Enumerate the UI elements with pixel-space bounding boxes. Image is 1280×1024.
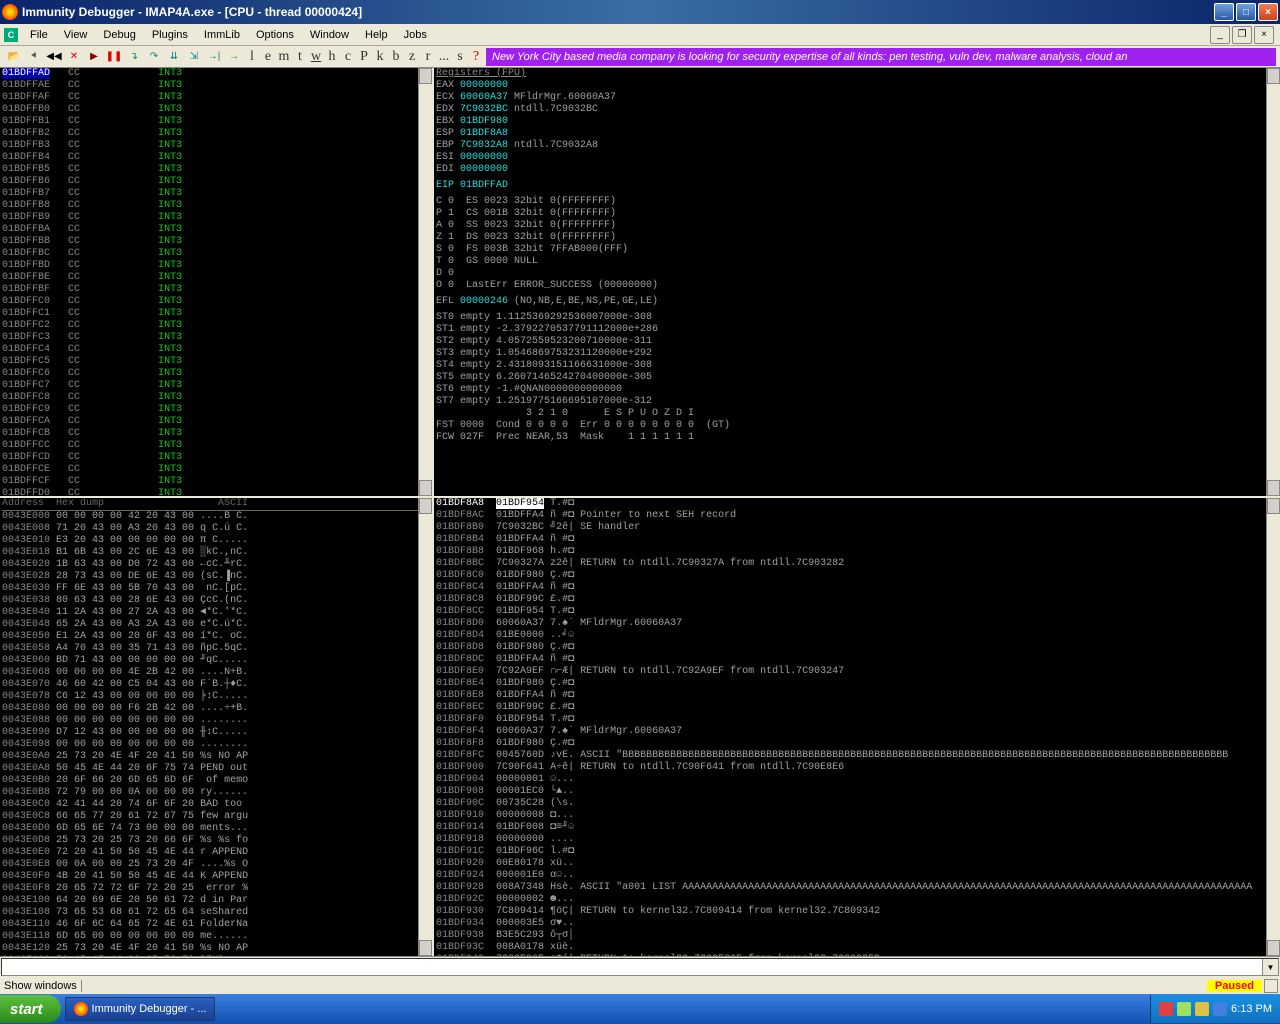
save-icon[interactable]: ⯇ [25, 49, 43, 65]
menu-plugins[interactable]: Plugins [144, 27, 196, 43]
status-text: Show windows [0, 980, 82, 992]
toolbar-letter-e[interactable]: e [260, 49, 276, 65]
clock[interactable]: 6:13 PM [1231, 1003, 1272, 1015]
menu-jobs[interactable]: Jobs [396, 27, 435, 43]
titlebar-text: Immunity Debugger - IMAP4A.exe - [CPU - … [22, 5, 1214, 19]
toolbar-letter-k[interactable]: k [372, 49, 388, 65]
toolbar-letter-?[interactable]: ? [468, 49, 484, 65]
close-button[interactable]: × [1258, 3, 1278, 21]
toolbar-letter-t[interactable]: t [292, 49, 308, 65]
play-icon[interactable]: ▶ [85, 49, 103, 65]
dropdown-icon[interactable]: ▼ [1262, 959, 1278, 975]
trace-into-icon[interactable]: ⇊ [165, 49, 183, 65]
status-area: ▼ Show windows Paused [0, 956, 1280, 994]
menu-help[interactable]: Help [357, 27, 396, 43]
main-window: Immunity Debugger - IMAP4A.exe - [CPU - … [0, 0, 1280, 994]
menu-view[interactable]: View [56, 27, 96, 43]
scrollbar[interactable] [418, 498, 432, 956]
menu-window[interactable]: Window [302, 27, 357, 43]
memory-dump-pane[interactable]: Address Hex dump ASCII0043E000 00 00 00 … [0, 498, 434, 956]
system-tray[interactable]: 6:13 PM [1150, 995, 1280, 1023]
open-icon[interactable]: 📂 [5, 49, 23, 65]
menu-debug[interactable]: Debug [95, 27, 143, 43]
toolbar-letter-m[interactable]: m [276, 49, 292, 65]
toolbar-letter-s[interactable]: s [452, 49, 468, 65]
tray-icon[interactable] [1159, 1002, 1173, 1016]
child-close-button[interactable]: × [1254, 26, 1274, 44]
child-minimize-button[interactable]: _ [1210, 26, 1230, 44]
titlebar[interactable]: Immunity Debugger - IMAP4A.exe - [CPU - … [0, 0, 1280, 24]
stack-pane[interactable]: 01BDF8A8 01BDF954 T.#◘ 01BDF8AC 01BDFFA4… [434, 498, 1280, 956]
toolbar-letter-b[interactable]: b [388, 49, 404, 65]
goto-icon[interactable]: → [225, 49, 243, 65]
step-over-icon[interactable]: ↷ [145, 49, 163, 65]
app-icon [74, 1002, 88, 1016]
scrollbar[interactable] [418, 68, 432, 496]
c-icon[interactable]: C [4, 28, 18, 42]
step-into-icon[interactable]: ↴ [125, 49, 143, 65]
tray-icon[interactable] [1213, 1002, 1227, 1016]
minimize-button[interactable]: _ [1214, 3, 1234, 21]
scrollbar[interactable] [1266, 68, 1280, 496]
command-input[interactable]: ▼ [1, 958, 1279, 976]
disassembly-pane[interactable]: 01BDFFAD CC INT301BDFFAE CC INT301BDFFAF… [0, 68, 434, 496]
taskbar: start Immunity Debugger - ... 6:13 PM [0, 994, 1280, 1024]
toolbar-letter-r[interactable]: r [420, 49, 436, 65]
tray-icon[interactable] [1195, 1002, 1209, 1016]
toolbar: 📂 ⯇ ◀◀ ✕ ▶ ❚❚ ↴ ↷ ⇊ ⇲ →| → lemtwhcPkbzr.… [0, 46, 1280, 68]
taskbar-item[interactable]: Immunity Debugger - ... [65, 997, 216, 1021]
toolbar-letter-h[interactable]: h [324, 49, 340, 65]
workarea: 01BDFFAD CC INT301BDFFAE CC INT301BDFFAF… [0, 68, 1280, 956]
menu-options[interactable]: Options [248, 27, 302, 43]
toolbar-letter-c[interactable]: c [340, 49, 356, 65]
app-icon [2, 4, 18, 20]
scrollbar[interactable] [1266, 498, 1280, 956]
toolbar-letter-w[interactable]: w [308, 49, 324, 65]
toolbar-letter-z[interactable]: z [404, 49, 420, 65]
menubar: C File View Debug Plugins ImmLib Options… [0, 24, 1280, 46]
menu-immlib[interactable]: ImmLib [196, 27, 248, 43]
maximize-button[interactable]: □ [1236, 3, 1256, 21]
tray-icon[interactable] [1177, 1002, 1191, 1016]
toolbar-letter-l[interactable]: l [244, 49, 260, 65]
pause-icon[interactable]: ❚❚ [105, 49, 123, 65]
rewind-icon[interactable]: ◀◀ [45, 49, 63, 65]
resize-grip[interactable] [1264, 979, 1278, 993]
toolbar-letter-P[interactable]: P [356, 49, 372, 65]
status-paused: Paused [1207, 980, 1262, 992]
toolbar-letter-...[interactable]: ... [436, 49, 452, 65]
registers-pane[interactable]: Registers (FPU)EAX 00000000ECX 60060A37 … [434, 68, 1280, 496]
child-restore-button[interactable]: ❐ [1232, 26, 1252, 44]
start-button[interactable]: start [0, 995, 61, 1023]
close-x-icon[interactable]: ✕ [65, 49, 83, 65]
execute-till-icon[interactable]: →| [205, 49, 223, 65]
trace-over-icon[interactable]: ⇲ [185, 49, 203, 65]
menu-file[interactable]: File [22, 27, 56, 43]
jobs-banner[interactable]: New York City based media company is loo… [486, 48, 1276, 66]
